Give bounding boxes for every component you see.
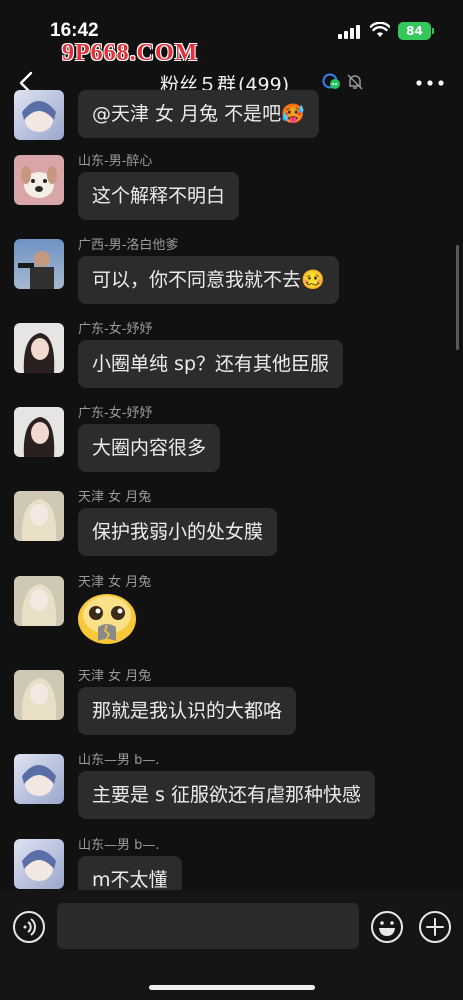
message-bubble[interactable]: 这个解释不明白 (78, 172, 240, 220)
message-bubble[interactable]: 那就是我认识的大都咯 (78, 687, 297, 735)
blonde-avatar[interactable] (14, 670, 64, 720)
man-avatar[interactable] (14, 239, 64, 289)
emoji-button[interactable] (370, 910, 404, 944)
input-bar (0, 890, 463, 1000)
woman-avatar[interactable] (14, 407, 64, 457)
message-text: m不太懂 (92, 869, 168, 891)
anime-avatar[interactable] (14, 839, 64, 889)
wifi-icon (370, 22, 390, 37)
sender-name: 广东-女-妤妤 (78, 322, 153, 337)
group-chat-icon (322, 73, 340, 89)
message-bubble[interactable]: 可以，你不同意我就不去🥴 (78, 256, 339, 304)
sender-name: 广西-男-洛白他爹 (78, 238, 179, 253)
message-bubble[interactable]: 大圈内容很多 (78, 424, 221, 472)
home-indicator[interactable] (149, 985, 315, 990)
anime-avatar[interactable] (14, 754, 64, 804)
battery-level: 84 (398, 22, 431, 40)
voice-input-button[interactable] (12, 910, 46, 944)
sender-name: 山东—男 b—. (78, 753, 160, 768)
blonde-avatar[interactable] (14, 491, 64, 541)
more-options-button[interactable] (414, 76, 446, 90)
message-text: 可以，你不同意我就不去🥴 (92, 269, 325, 291)
sender-name: 天津 女 月兔 (78, 575, 152, 590)
woman-avatar[interactable] (14, 323, 64, 373)
battery-nub (432, 28, 434, 34)
sender-name: 山东—男 b—. (78, 838, 160, 853)
scrollbar[interactable] (456, 245, 459, 350)
message-text: @天津 女 月兔 不是吧🥵 (92, 103, 305, 125)
message-text: 大圈内容很多 (92, 437, 207, 459)
sender-name: 天津 女 月兔 (78, 490, 152, 505)
status-bar: 16:42 9P668.COM 84 (0, 0, 463, 66)
dog-avatar[interactable] (14, 155, 64, 205)
message-bubble[interactable]: 主要是 s 征服欲还有虐那种快感 (78, 771, 375, 819)
cellular-signal-icon (338, 25, 360, 39)
anime-avatar[interactable] (14, 90, 64, 140)
message-bubble[interactable]: 小圈单纯 sp？还有其他臣服 (78, 340, 343, 388)
sender-name: 山东-男-醉心 (78, 154, 153, 169)
message-text: 主要是 s 征服欲还有虐那种快感 (92, 784, 361, 806)
message-text: 小圈单纯 sp？还有其他臣服 (92, 353, 329, 375)
message-text: 这个解释不明白 (92, 185, 226, 207)
mute-bell-icon (347, 74, 363, 90)
message-text: 那就是我认识的大都咯 (92, 700, 283, 722)
blonde-avatar[interactable] (14, 576, 64, 626)
message-input[interactable] (57, 903, 359, 949)
message-bubble[interactable]: 保护我弱小的处女膜 (78, 508, 278, 556)
broken-heart-face-emoji[interactable] (76, 593, 138, 645)
status-time: 16:42 (50, 20, 99, 41)
message-text: 保护我弱小的处女膜 (92, 521, 264, 543)
add-attachment-button[interactable] (418, 910, 452, 944)
sender-name: 天津 女 月兔 (78, 669, 152, 684)
sender-name: 广东-女-妤妤 (78, 406, 153, 421)
message-bubble[interactable]: @天津 女 月兔 不是吧🥵 (78, 90, 319, 138)
